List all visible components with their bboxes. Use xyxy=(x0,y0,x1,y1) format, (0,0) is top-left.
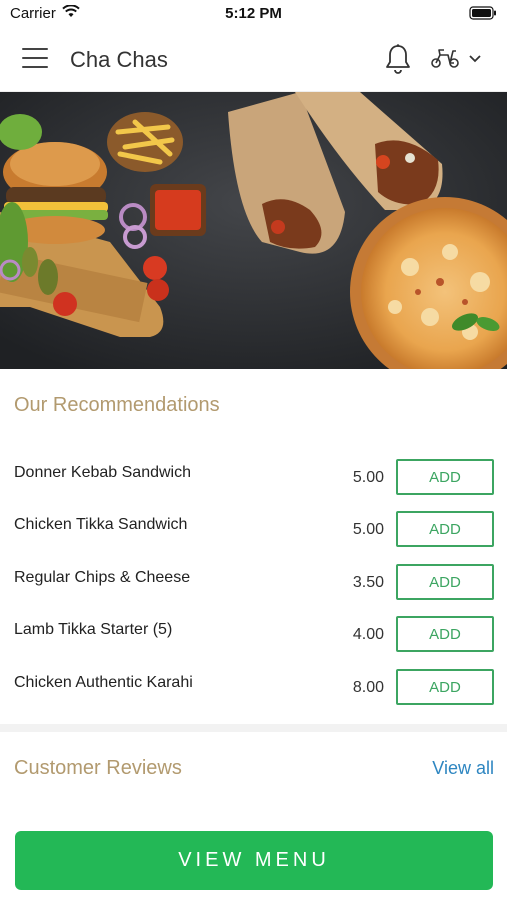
list-item: Chicken Tikka Sandwich 5.00 ADD xyxy=(0,508,507,560)
app-bar: Cha Chas xyxy=(0,28,507,92)
item-price: 4.00 xyxy=(352,626,384,643)
add-button[interactable]: ADD xyxy=(396,616,494,652)
item-price: 5.00 xyxy=(352,521,384,538)
restaurant-title: Cha Chas xyxy=(70,47,168,72)
battery-icon xyxy=(469,6,497,24)
item-name: Donner Kebab Sandwich xyxy=(14,464,192,481)
recommendations-title: Our Recommendations xyxy=(14,394,220,416)
add-button[interactable]: ADD xyxy=(396,459,494,495)
item-name: Regular Chips & Cheese xyxy=(14,569,191,586)
item-name: Chicken Authentic Karahi xyxy=(14,674,193,691)
item-price: 3.50 xyxy=(352,574,384,591)
list-item: Regular Chips & Cheese 3.50 ADD xyxy=(0,561,507,613)
view-all-reviews-link[interactable]: View all xyxy=(432,758,494,779)
add-button[interactable]: ADD xyxy=(396,511,494,547)
hero-food-image xyxy=(0,92,507,369)
item-price: 8.00 xyxy=(352,679,384,696)
view-menu-button[interactable]: VIEW MENU xyxy=(15,831,493,890)
section-divider xyxy=(0,724,507,732)
scooter-icon xyxy=(430,45,460,74)
reviews-title: Customer Reviews xyxy=(14,757,182,779)
add-button[interactable]: ADD xyxy=(396,669,494,705)
item-price: 5.00 xyxy=(352,469,384,486)
status-bar: Carrier 5:12 PM xyxy=(0,0,507,28)
item-name: Chicken Tikka Sandwich xyxy=(14,516,188,533)
delivery-mode-selector[interactable] xyxy=(430,44,490,74)
list-item: Donner Kebab Sandwich 5.00 ADD xyxy=(0,456,507,508)
list-item: Lamb Tikka Starter (5) 4.00 ADD xyxy=(0,613,507,665)
add-button[interactable]: ADD xyxy=(396,564,494,600)
list-item: Chicken Authentic Karahi 8.00 ADD xyxy=(0,666,507,718)
clock: 5:12 PM xyxy=(225,5,282,22)
hamburger-menu-icon[interactable] xyxy=(22,48,48,70)
bell-icon[interactable] xyxy=(384,43,414,75)
item-name: Lamb Tikka Starter (5) xyxy=(14,621,173,638)
chevron-down-icon xyxy=(468,50,482,68)
